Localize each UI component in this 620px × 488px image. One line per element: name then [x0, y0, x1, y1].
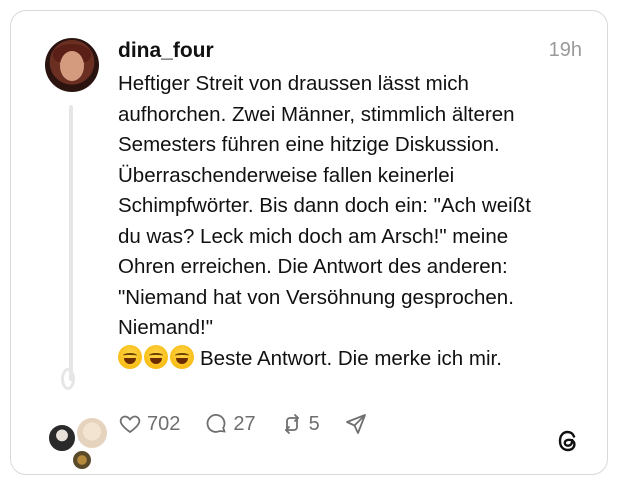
reply-avatar[interactable] — [75, 416, 109, 450]
post-body: Heftiger Streit von draussen lässt mich … — [118, 69, 588, 374]
repost-count: 5 — [308, 412, 320, 435]
avatar-face — [60, 51, 84, 81]
post-last-line: Beste Antwort. Die merke ich mir. — [200, 346, 502, 370]
share-button[interactable] — [344, 412, 373, 436]
share-icon — [345, 414, 366, 434]
reply-count: 27 — [233, 412, 256, 435]
author-avatar[interactable] — [45, 38, 99, 92]
post-card: dina_four 19h Heftiger Streit von drauss… — [10, 10, 608, 475]
reply-avatar[interactable] — [71, 449, 93, 471]
reply-avatar[interactable] — [47, 423, 77, 453]
repost-icon — [284, 414, 299, 434]
post-timestamp: 19h — [548, 39, 582, 61]
thread-loop — [61, 368, 75, 390]
reply-button[interactable]: 27 — [204, 412, 256, 436]
repost-button[interactable]: 5 — [280, 412, 320, 436]
threads-logo-icon[interactable] — [555, 428, 581, 454]
tears-of-joy-emoji — [170, 344, 194, 369]
post-text: Heftiger Streit von draussen lässt mich … — [118, 72, 531, 339]
like-button[interactable]: 702 — [118, 412, 180, 436]
thread-line — [69, 105, 73, 381]
author-username[interactable]: dina_four — [118, 39, 214, 63]
tears-of-joy-emoji — [144, 344, 168, 369]
like-count: 702 — [147, 412, 181, 435]
comment-icon — [207, 414, 227, 433]
tears-of-joy-emoji — [118, 344, 142, 369]
emoji-row — [118, 344, 194, 369]
action-bar: 702 27 5 — [118, 409, 397, 439]
heart-icon — [119, 415, 141, 434]
